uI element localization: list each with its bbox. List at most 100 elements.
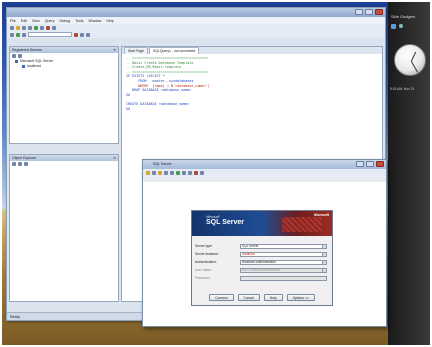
server-icon (15, 59, 18, 63)
menu-item-edit[interactable]: Edit (21, 19, 27, 23)
password-label: Password: (195, 276, 211, 280)
help-icon[interactable] (200, 170, 204, 175)
close-button[interactable] (376, 161, 384, 167)
banner-product: SQL Server (206, 219, 245, 226)
server-type-icon[interactable] (12, 54, 16, 58)
gadget-settings-icon[interactable] (399, 24, 403, 28)
clock-gadget[interactable] (394, 44, 426, 76)
menu-item-window[interactable]: Window (89, 19, 102, 23)
dialog-body: Microsoft SQL Server Microsoft Server ty… (143, 182, 386, 326)
clock-time-text: 5:24 AM, Nov 21 (390, 87, 415, 91)
results-text-icon[interactable] (86, 32, 90, 37)
run-icon[interactable] (176, 170, 180, 175)
results-grid-icon[interactable] (80, 32, 84, 37)
save-all-icon[interactable] (28, 25, 32, 30)
chevron-down-icon[interactable] (322, 268, 326, 272)
menu-item-view[interactable]: View (32, 19, 40, 23)
save-icon[interactable] (152, 170, 156, 175)
authentication-row: Authentication: Windows Authentication (195, 259, 327, 265)
object-explorer-pane: Object Explorer ✕ (9, 154, 119, 302)
folder-icon[interactable] (146, 170, 150, 175)
windows-sidebar: Side Gadgets 5:24 AM, Nov 21 (388, 2, 430, 345)
menu-item-query[interactable]: Query (45, 19, 55, 23)
object-explorer-icon[interactable] (40, 25, 44, 30)
code-line: GO (126, 106, 131, 111)
password-row: Password: (195, 275, 327, 281)
refresh-icon[interactable] (18, 54, 22, 58)
pane-title: Object Explorer (12, 156, 37, 160)
tab-start-page[interactable]: Start Page (124, 47, 149, 54)
new-query-icon[interactable] (10, 25, 14, 30)
help-button[interactable]: Help (263, 294, 283, 301)
database-selector[interactable] (28, 32, 72, 37)
tree-node-localhost[interactable]: localhost (10, 64, 118, 69)
menu-item-help[interactable]: Help (106, 19, 113, 23)
new-icon[interactable] (158, 170, 162, 175)
password-field[interactable] (240, 275, 327, 281)
close-button[interactable] (375, 9, 383, 15)
options-button[interactable]: Options >> (286, 294, 315, 301)
connect-icon[interactable] (10, 32, 14, 37)
copy-icon[interactable] (164, 170, 168, 175)
registered-servers-pane: Registered Servers ✕ Microsoft SQL Serve… (9, 46, 119, 144)
dialog-buttons: Connect Cancel Help Options >> (192, 294, 332, 301)
menu-item-file[interactable]: File (10, 19, 16, 23)
registered-servers-icon[interactable] (34, 25, 38, 30)
authentication-label: Authentication: (195, 260, 217, 264)
sidebar-title: Side Gadgets (391, 14, 416, 19)
execute-icon[interactable] (16, 32, 20, 37)
sql-server-dialog-window[interactable]: SQL Server Microsoft SQL Server Microsof… (142, 159, 387, 327)
authentication-select[interactable]: Windows Authentication (240, 259, 327, 265)
user-name-field[interactable]: MY-DOMAIN\Administrator (240, 267, 327, 273)
sql-code[interactable]: -- =====================================… (122, 54, 382, 113)
save-icon[interactable] (22, 25, 26, 30)
menu-item-tools[interactable]: Tools (75, 19, 83, 23)
close-pane-icon[interactable]: ✕ (113, 48, 116, 52)
chevron-down-icon[interactable] (322, 244, 326, 248)
chevron-down-icon[interactable] (322, 260, 326, 264)
server-instance-label: Server instance: (195, 252, 219, 256)
menu-item-debug[interactable]: Debug (60, 19, 71, 23)
server-type-select[interactable]: SQL Server (240, 243, 327, 249)
sql-server-banner: Microsoft SQL Server Microsoft (192, 211, 332, 236)
maximize-button[interactable] (366, 161, 374, 167)
connect-to-server-dialog[interactable]: Microsoft SQL Server Microsoft Server ty… (191, 210, 333, 306)
tab-sqlquery1[interactable]: SQLQuery1 - not connected (149, 47, 200, 54)
main-titlebar[interactable] (7, 8, 385, 17)
clock-minute-hand (410, 60, 418, 73)
instance-icon (22, 64, 25, 68)
template-icon[interactable] (46, 25, 50, 30)
filter-icon[interactable] (18, 162, 22, 166)
document-tabs: Start Page SQLQuery1 - not connected (122, 47, 382, 54)
close-pane-icon[interactable]: ✕ (113, 156, 116, 160)
chevron-down-icon[interactable] (322, 252, 326, 256)
dialog-titlebar[interactable]: SQL Server (143, 160, 386, 169)
stop-icon[interactable] (194, 170, 198, 175)
standard-toolbar (7, 24, 385, 31)
connect-button[interactable]: Connect (209, 294, 234, 301)
minimize-button[interactable] (355, 9, 363, 15)
server-type-label: Server type: (195, 244, 213, 248)
refresh-icon[interactable] (24, 162, 28, 166)
screen: Side Gadgets 5:24 AM, Nov 21 File Edit Vie… (2, 2, 430, 345)
parse-icon[interactable] (22, 32, 26, 37)
menu-bar: File Edit View Query Debug Tools Window Help (7, 17, 385, 24)
open-file-icon[interactable] (16, 25, 20, 30)
add-gadget-icon[interactable] (391, 24, 396, 29)
paste-icon[interactable] (170, 170, 174, 175)
server-instance-select[interactable]: localhost (240, 251, 327, 257)
pane-title: Registered Servers (12, 48, 42, 52)
cancel-query-icon[interactable] (74, 32, 78, 37)
server-type-row: Server type: SQL Server (195, 243, 327, 249)
user-name-row: User name: MY-DOMAIN\Administrator (195, 267, 327, 273)
text-icon[interactable] (188, 170, 192, 175)
grid-icon[interactable] (182, 170, 186, 175)
dialog-title: SQL Server (153, 162, 172, 166)
minimize-button[interactable] (356, 161, 364, 167)
maximize-button[interactable] (365, 9, 373, 15)
cancel-button[interactable]: Cancel (237, 294, 260, 301)
user-name-label: User name: (195, 268, 213, 272)
banner-artwork (282, 217, 322, 232)
properties-icon[interactable] (52, 25, 56, 30)
connect-object-explorer-icon[interactable] (12, 162, 16, 166)
